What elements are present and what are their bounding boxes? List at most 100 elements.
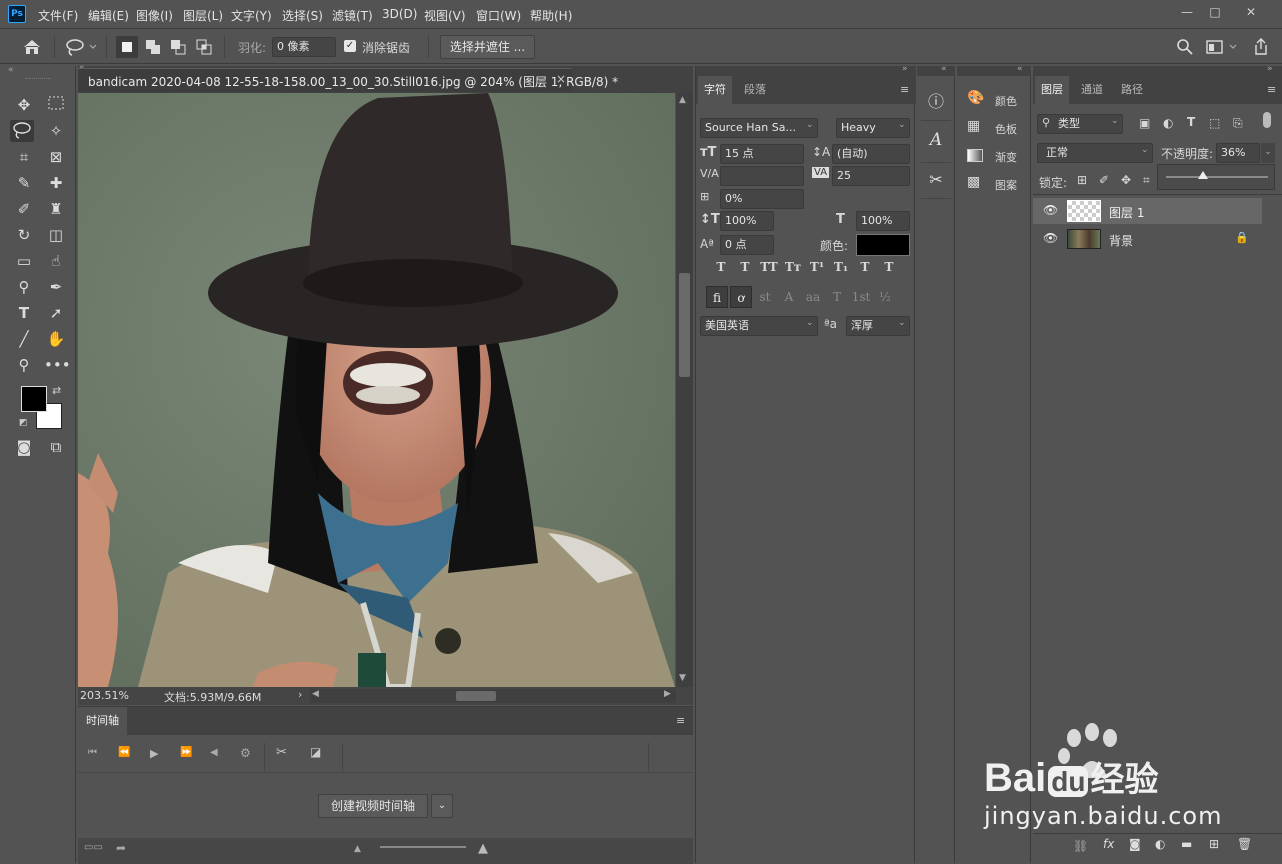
tracking-input[interactable]: 25 — [832, 166, 910, 186]
maximize-button[interactable]: □ — [1204, 4, 1226, 20]
opentype-button[interactable]: fi — [706, 286, 728, 308]
opacity-input[interactable]: 36% — [1216, 143, 1260, 163]
vertical-scrollbar[interactable]: ▲ ▼ — [676, 93, 693, 687]
antialias-checkbox[interactable]: ✓ — [344, 40, 356, 52]
tab-paths[interactable]: 路径 — [1115, 76, 1149, 104]
collapse-icon[interactable]: « — [1017, 64, 1023, 74]
tab-layers[interactable]: 图层 — [1035, 76, 1069, 104]
audio-icon[interactable]: ◀ — [210, 747, 218, 758]
layer-style-icon[interactable]: fx — [1103, 837, 1114, 851]
blend-mode-select[interactable]: 正常 — [1037, 143, 1153, 163]
text-style-button[interactable]: TT — [758, 260, 780, 274]
type-tool-icon[interactable]: T — [12, 302, 36, 324]
menu-item[interactable]: 3D(D) — [382, 7, 417, 21]
transition-icon[interactable]: ◪ — [310, 745, 321, 759]
opentype-button[interactable]: st — [754, 286, 776, 308]
tab-timeline[interactable]: 时间轴 — [78, 707, 127, 735]
opentype-button[interactable]: T — [826, 286, 848, 308]
close-tab-icon[interactable]: × — [556, 72, 566, 86]
opacity-slider-popup[interactable] — [1157, 164, 1275, 190]
stamp-tool-icon[interactable]: ♜ — [44, 198, 68, 220]
text-style-button[interactable]: T — [710, 260, 732, 274]
more-tools-icon[interactable]: ••• — [44, 354, 71, 376]
tab-paragraph[interactable]: 段落 — [738, 76, 772, 104]
vertical-scale-input[interactable]: 100% — [720, 211, 774, 231]
status-menu-icon[interactable]: › — [298, 688, 302, 701]
filter-toggle-icon[interactable] — [1263, 112, 1271, 128]
panel-menu-icon[interactable]: ≡ — [676, 714, 685, 727]
scroll-up-icon[interactable]: ▲ — [679, 95, 686, 105]
collapse-icon[interactable]: « — [8, 65, 14, 75]
text-style-button[interactable]: Tт — [782, 260, 804, 274]
screen-mode-icon[interactable]: ⧉ — [44, 436, 68, 458]
link-layers-icon[interactable]: ⛓ — [1073, 839, 1088, 853]
document-canvas[interactable] — [78, 93, 675, 687]
move-tool-icon[interactable]: ✥ — [12, 94, 36, 116]
font-size-input[interactable]: 15 点 — [720, 144, 804, 164]
scroll-right-icon[interactable]: ▶ — [664, 689, 671, 699]
quick-mask-icon[interactable]: ◙ — [12, 436, 36, 458]
layer-row[interactable]: 👁 背景 🔒 — [1033, 226, 1262, 252]
path-select-icon[interactable]: ➚ — [44, 302, 68, 324]
healing-brush-icon[interactable]: ✚ — [44, 172, 68, 194]
zoom-level[interactable]: 203.51% — [80, 689, 129, 702]
lock-icon[interactable]: 🔒 — [1235, 231, 1249, 244]
scroll-down-icon[interactable]: ▼ — [679, 673, 686, 683]
lock-paint-icon[interactable]: ✐ — [1099, 173, 1109, 187]
line-tool-icon[interactable]: ╱ — [12, 328, 36, 350]
tools-preset-icon[interactable]: ✂ — [923, 170, 949, 189]
filter-type-icon[interactable]: T — [1187, 115, 1195, 129]
filter-shape-icon[interactable]: ⬚ — [1209, 116, 1220, 130]
menu-item[interactable]: 窗口(W) — [476, 7, 521, 24]
timeline-dropdown-button[interactable]: ⌄ — [431, 794, 453, 818]
zoom-in-icon[interactable]: ▲ — [478, 841, 488, 856]
info-icon[interactable]: ⓘ — [923, 88, 949, 112]
crop-tool-icon[interactable]: ⌗ — [12, 146, 36, 168]
gradient-tool-icon[interactable]: ▭ — [12, 250, 36, 272]
settings-gear-icon[interactable]: ⚙ — [240, 746, 251, 760]
text-style-button[interactable]: T₁ — [830, 260, 852, 274]
brush-tool-icon[interactable]: ✐ — [12, 198, 36, 220]
workspace-icon[interactable] — [1206, 38, 1242, 56]
text-style-button[interactable]: T — [878, 260, 900, 274]
select-and-mask-button[interactable]: 选择并遮住 ... — [440, 35, 535, 59]
render-icon[interactable]: ➦ — [116, 841, 126, 855]
first-frame-icon[interactable]: ⏮ — [88, 747, 97, 758]
group-folder-icon[interactable]: ▬ — [1181, 837, 1192, 851]
scissors-icon[interactable]: ✂ — [276, 745, 287, 760]
baseline-shift-input[interactable]: 0 点 — [720, 235, 774, 255]
opacity-slider-thumb[interactable] — [1197, 171, 1208, 179]
text-style-button[interactable]: T — [854, 260, 876, 274]
collapse-icon[interactable]: » — [902, 64, 908, 74]
opentype-button[interactable]: aa — [802, 286, 824, 308]
lock-transparent-icon[interactable]: ⊞ — [1077, 173, 1087, 187]
marquee-tool-icon[interactable] — [44, 94, 68, 116]
menu-item[interactable]: 文件(F) — [38, 7, 78, 24]
play-icon[interactable]: ▶ — [150, 747, 158, 760]
eraser-icon[interactable]: ◫ — [44, 224, 68, 246]
lasso-tool-icon[interactable] — [64, 36, 98, 58]
scroll-thumb[interactable] — [679, 273, 690, 377]
hand-tool-icon[interactable]: ✋ — [44, 328, 68, 350]
tsume-input[interactable]: 0% — [720, 189, 804, 209]
glyphs-icon[interactable]: A — [923, 130, 949, 150]
swap-colors-icon[interactable]: ⇄ — [52, 384, 61, 397]
magic-wand-icon[interactable]: ✧ — [44, 120, 68, 142]
search-icon[interactable] — [1176, 38, 1194, 56]
visibility-eye-icon[interactable]: 👁 — [1043, 231, 1058, 245]
filter-adjust-icon[interactable]: ◐ — [1163, 116, 1173, 130]
font-family-select[interactable]: Source Han Sa... — [700, 118, 818, 138]
text-style-button[interactable]: T¹ — [806, 260, 828, 274]
frame-mode-icon[interactable]: ▭▭ — [84, 842, 103, 853]
pen-tool-icon[interactable]: ✒ — [44, 276, 68, 298]
delete-layer-icon[interactable]: 🗑 — [1237, 837, 1252, 851]
opentype-button[interactable]: ơ — [730, 286, 752, 308]
intersect-selection-button[interactable] — [193, 36, 215, 58]
leading-input[interactable]: (自动) — [832, 144, 910, 164]
minimize-button[interactable]: — — [1176, 4, 1198, 20]
menu-item[interactable]: 选择(S) — [282, 7, 323, 24]
kerning-input[interactable] — [720, 166, 804, 186]
visibility-eye-icon[interactable]: 👁 — [1043, 203, 1058, 217]
filter-image-icon[interactable]: ▣ — [1139, 116, 1150, 130]
lock-position-icon[interactable]: ✥ — [1121, 173, 1131, 187]
